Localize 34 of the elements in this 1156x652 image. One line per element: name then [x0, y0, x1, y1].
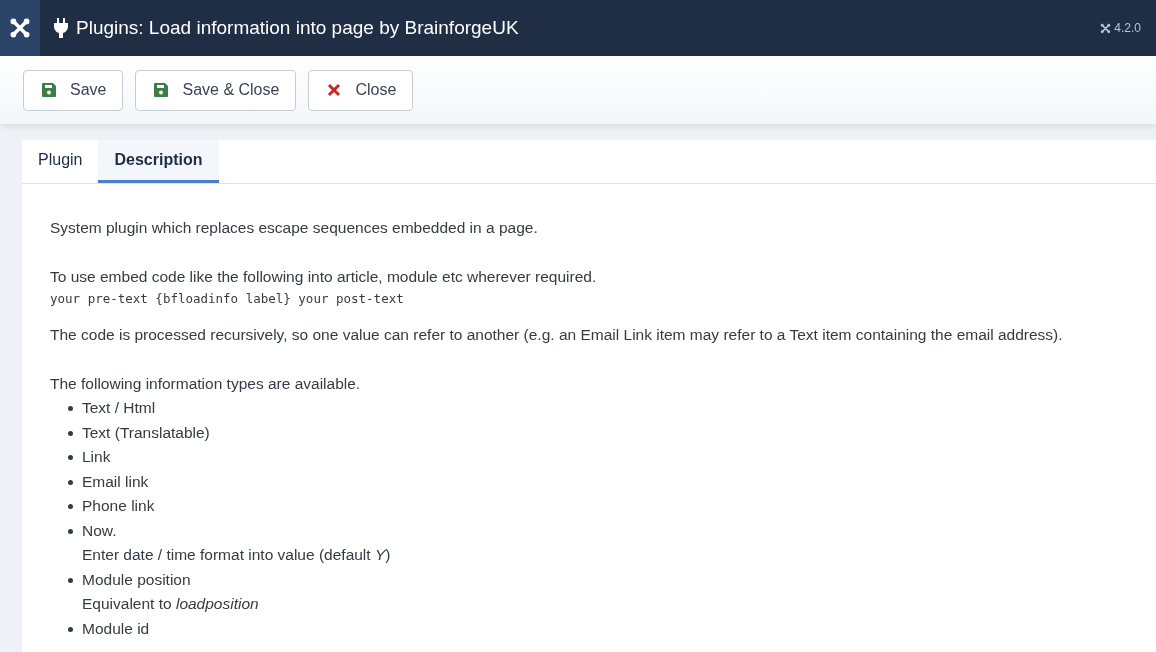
logo-icon: [9, 17, 31, 39]
bullet-icon: [68, 504, 73, 509]
description-text: The following information types are available.: [50, 373, 362, 394]
bullet-icon: [68, 528, 73, 534]
list-item-text: Module position: [82, 569, 192, 590]
description-text: To use embed code like the following into article, module etc wherever required.: [50, 266, 598, 287]
plug-icon: [54, 18, 68, 38]
bullet-icon: [68, 577, 73, 583]
list-item-text: Text (Translatable): [82, 422, 210, 443]
list-item-text: Now.: [82, 520, 118, 541]
code-sample: your pre-text {bfloadinfo label} your post-text: [50, 290, 405, 308]
tab[interactable]: Plugin: [22, 140, 99, 183]
toolbar-button[interactable]: Close: [308, 69, 414, 111]
list-item-note: Equivalent to loadposition: [82, 594, 259, 614]
toolbar-button[interactable]: Save & Close: [135, 69, 297, 111]
close-icon: [327, 83, 342, 97]
list-item-text: Text / Html: [82, 398, 156, 418]
list-item-text: Link: [82, 447, 111, 467]
description-text: The code is processed recursively, so one value can refer to another (e.g. an Email Link item may refer to a Text item containing the email address).: [50, 325, 1064, 345]
version-label: 4.2.0: [1114, 21, 1141, 35]
logo-icon: [1100, 22, 1112, 34]
page-title: Plugins: Load information into page by BrainforgeUK: [76, 17, 520, 39]
bullet-icon: [68, 455, 73, 460]
list-item-text: Phone link: [82, 496, 155, 516]
list-item-text: Module id: [82, 618, 150, 639]
list-item-text: Email link: [82, 471, 149, 492]
bullet-icon: [68, 430, 73, 436]
bullet-icon: [68, 406, 73, 411]
tab[interactable]: Description: [98, 140, 219, 183]
list-item-note: Enter date / time format into value (default Y): [82, 545, 391, 565]
description-text: System plugin which replaces escape sequences embedded in a page.: [50, 218, 539, 238]
bullet-icon: [68, 479, 73, 485]
bullet-icon: [68, 626, 73, 632]
toolbar-button[interactable]: Save: [23, 69, 124, 111]
